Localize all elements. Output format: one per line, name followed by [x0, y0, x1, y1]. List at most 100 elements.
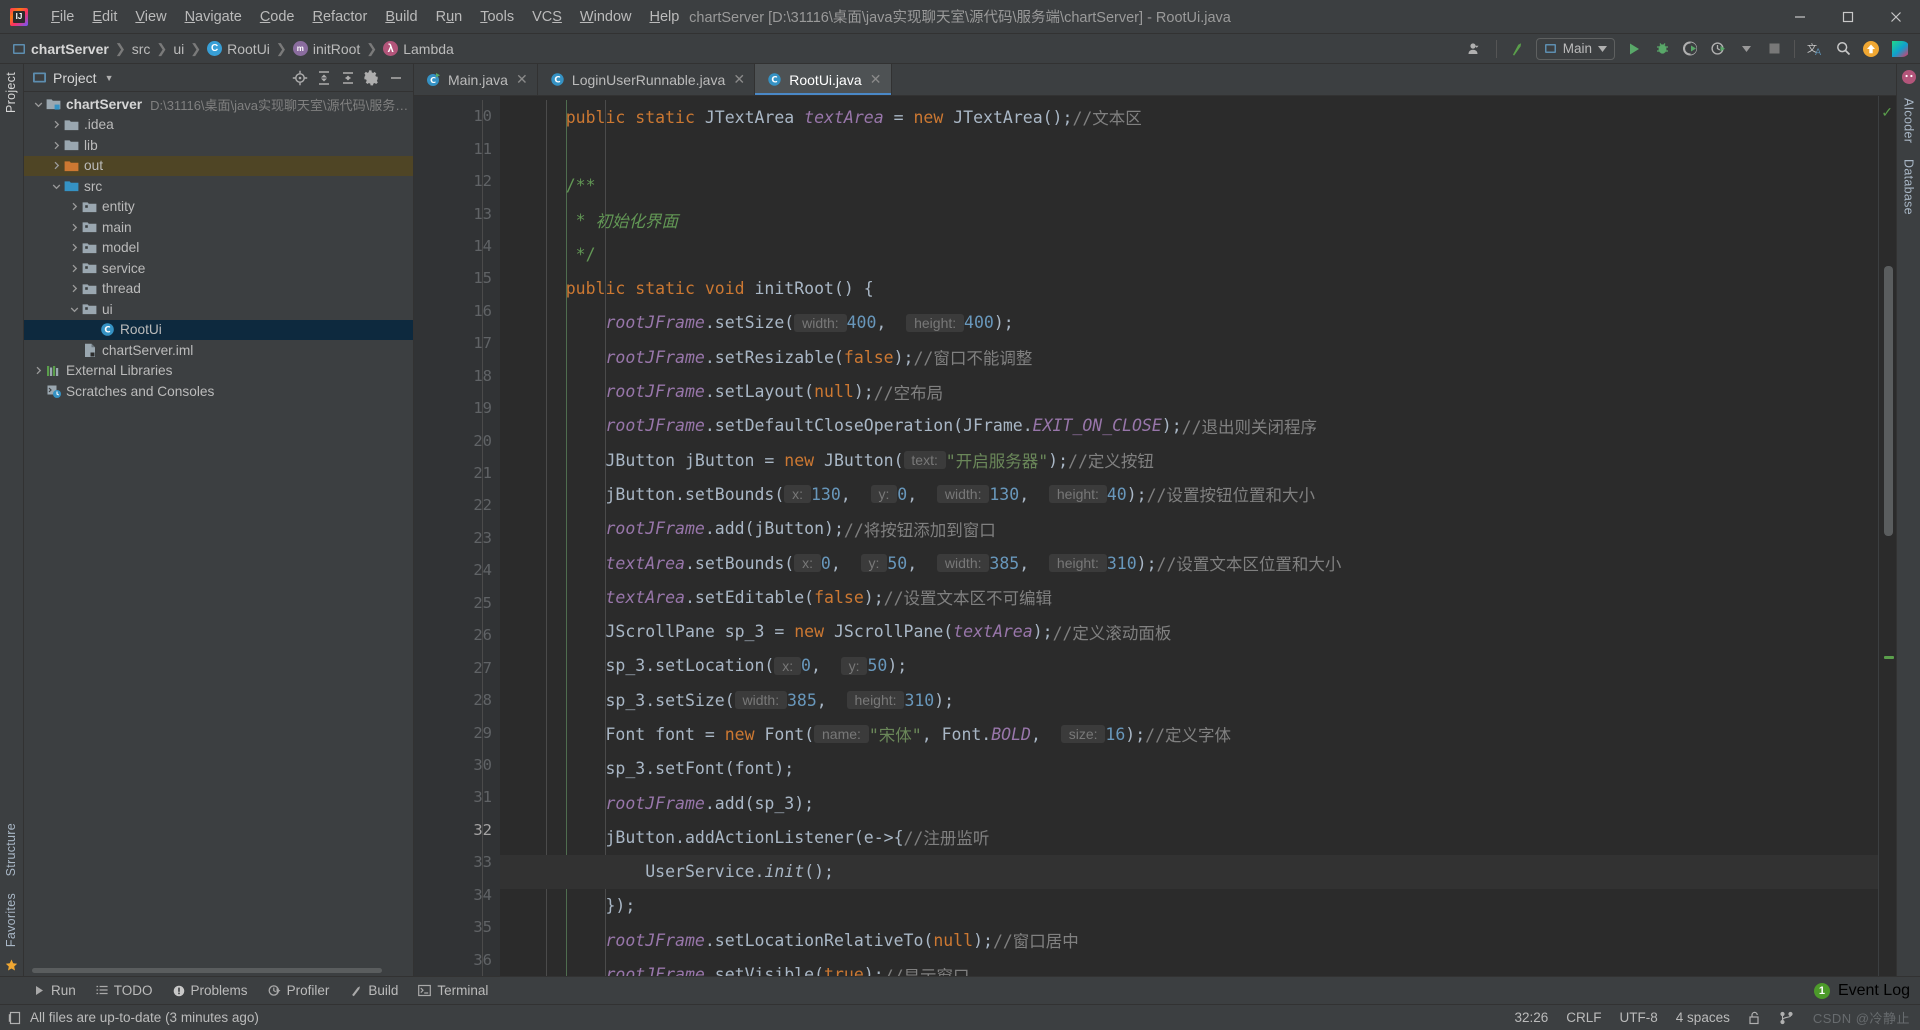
sidebar-item-database[interactable]: Database [1898, 151, 1920, 223]
menu-tools[interactable]: Tools [471, 4, 523, 30]
menu-run[interactable]: Run [427, 4, 472, 30]
hide-icon[interactable] [385, 67, 407, 89]
line-number-gutter[interactable]: 1011121314151617181920212223242526272829… [414, 96, 518, 976]
line-number[interactable]: 27 [414, 651, 500, 683]
code-line[interactable]: rootJFrame .add(jButton);//将按钮添加到窗口 [500, 512, 1878, 546]
chevron-right-icon[interactable] [68, 264, 81, 273]
line-number[interactable]: 28 [414, 684, 500, 716]
code-line[interactable]: * 初始化界面 [500, 203, 1878, 237]
menu-refactor[interactable]: Refactor [304, 4, 377, 30]
code-content[interactable]: public static JTextArea textArea = new J… [500, 96, 1878, 976]
tree-item-scratches-and-consoles[interactable]: Scratches and Consoles [24, 381, 413, 402]
code-line[interactable]: public static JTextArea textArea = new J… [500, 100, 1878, 134]
code-line[interactable]: rootJFrame .setSize( width: 400, height: … [500, 306, 1878, 340]
tree-item-chartserver[interactable]: chartServer D:\31116\桌面\java实现聊天室\源代码\服务端… [24, 94, 413, 115]
code-line[interactable]: sp_3.setFont(font); [500, 752, 1878, 786]
line-number[interactable]: 31 [414, 781, 518, 813]
chevron-right-icon[interactable] [68, 284, 81, 293]
menu-vcs[interactable]: VCS [523, 4, 571, 30]
ai-assistant-icon[interactable] [1901, 64, 1917, 90]
unlocked-icon[interactable] [1748, 1011, 1761, 1025]
tree-item-service[interactable]: service [24, 258, 413, 279]
breadcrumb-item-lambda[interactable]: λ Lambda [379, 39, 458, 59]
tool-window-todo[interactable]: TODO [86, 980, 163, 1001]
indent-setting[interactable]: 4 spaces [1676, 1010, 1730, 1025]
menu-file[interactable]: File [42, 4, 83, 30]
line-number[interactable]: 10 [414, 100, 500, 132]
git-branch-icon[interactable] [1779, 1011, 1795, 1025]
chevron-down-icon[interactable]: ▼ [105, 73, 114, 83]
close-button[interactable] [1872, 0, 1920, 34]
code-line[interactable]: jButton.setBounds( x: 130, y: 0, width: … [500, 477, 1878, 511]
tree-item-ui[interactable]: ui [24, 299, 413, 320]
menu-help[interactable]: Help [640, 4, 688, 30]
tree-item--idea[interactable]: .idea [24, 115, 413, 136]
chevron-right-icon[interactable] [32, 366, 45, 375]
menu-bar[interactable]: File Edit View Navigate Code Refactor Bu… [42, 0, 688, 33]
locate-icon[interactable] [289, 67, 311, 89]
close-icon[interactable]: ✕ [732, 71, 746, 88]
menu-navigate[interactable]: Navigate [176, 4, 251, 30]
line-number[interactable]: 30 [414, 749, 500, 781]
code-line[interactable]: Font font = new Font( name: "宋体", Font. B… [500, 717, 1878, 751]
vertical-scroll-thumb[interactable] [1884, 266, 1893, 536]
chevron-right-icon[interactable] [50, 141, 63, 150]
expand-all-icon[interactable] [313, 67, 335, 89]
line-number[interactable]: 32 [414, 814, 500, 846]
stop-icon[interactable] [1761, 37, 1787, 61]
line-number[interactable]: 20 [414, 424, 500, 456]
code-editor[interactable]: 1011121314151617181920212223242526272829… [414, 96, 1896, 976]
event-log-label[interactable]: Event Log [1838, 982, 1910, 1000]
line-number[interactable]: 13 [414, 197, 500, 229]
tool-window-terminal[interactable]: Terminal [408, 980, 498, 1001]
code-line[interactable]: public static void initRoot() { [500, 271, 1878, 305]
chevron-down-icon[interactable] [1733, 37, 1759, 61]
collapse-all-icon[interactable] [337, 67, 359, 89]
line-number[interactable]: 23 [414, 522, 500, 554]
tree-item-external-libraries[interactable]: External Libraries [24, 361, 413, 382]
tool-window-profiler[interactable]: Profiler [258, 980, 340, 1001]
menu-build[interactable]: Build [376, 4, 426, 30]
chevron-right-icon[interactable] [68, 223, 81, 232]
code-line[interactable]: rootJFrame .setResizable(false);//窗口不能调整 [500, 340, 1878, 374]
code-line[interactable]: textArea .setBounds( x: 0, y: 50, width: … [500, 546, 1878, 580]
tree-item-main[interactable]: main [24, 217, 413, 238]
project-horizontal-scrollbar[interactable] [32, 968, 382, 973]
search-everywhere-icon[interactable] [1830, 37, 1856, 61]
line-number[interactable]: 16 [414, 295, 500, 327]
menu-edit[interactable]: Edit [83, 4, 126, 30]
line-number[interactable]: 22 [414, 489, 500, 521]
line-number[interactable]: 11 [414, 132, 500, 164]
breadcrumb-item-method[interactable]: m initRoot [289, 39, 364, 59]
line-number[interactable]: 33 [414, 846, 518, 878]
line-number[interactable]: 12 [414, 165, 518, 197]
tree-item-thread[interactable]: thread [24, 279, 413, 300]
line-number[interactable]: 29 [414, 716, 500, 748]
code-line[interactable]: rootJFrame .setLayout(null);//空布局 [500, 374, 1878, 408]
tree-item-model[interactable]: model [24, 238, 413, 259]
tree-item-chartserver-iml[interactable]: chartServer.iml [24, 340, 413, 361]
code-line[interactable]: /** [500, 169, 1878, 203]
close-icon[interactable]: ✕ [869, 71, 883, 88]
tree-item-src[interactable]: src [24, 176, 413, 197]
chevron-right-icon[interactable] [68, 202, 81, 211]
maximize-button[interactable] [1824, 0, 1872, 34]
chevron-down-icon[interactable] [32, 100, 45, 109]
menu-view[interactable]: View [126, 4, 175, 30]
file-encoding[interactable]: UTF-8 [1620, 1010, 1658, 1025]
line-number[interactable]: 19 [414, 392, 500, 424]
project-tree[interactable]: chartServer D:\31116\桌面\java实现聊天室\源代码\服务端… [24, 92, 413, 976]
code-line[interactable]: rootJFrame .setDefaultCloseOperation(JFra… [500, 409, 1878, 443]
run-icon[interactable] [1621, 37, 1647, 61]
menu-window[interactable]: Window [571, 4, 641, 30]
chevron-right-icon[interactable] [50, 120, 63, 129]
line-separator[interactable]: CRLF [1566, 1010, 1601, 1025]
line-number[interactable]: 35 [414, 911, 500, 943]
event-log-area[interactable]: 1 Event Log [1813, 982, 1920, 1000]
menu-code[interactable]: Code [251, 4, 304, 30]
code-line[interactable]: rootJFrame.setVisible(true);//显示窗口 [500, 957, 1878, 976]
editor-tab-loginuserrunnable[interactable]: C LoginUserRunnable.java ✕ [538, 64, 756, 95]
ai-icon[interactable] [1886, 37, 1912, 61]
sidebar-item-project[interactable]: Project [0, 64, 23, 121]
chevron-right-icon[interactable] [68, 243, 81, 252]
